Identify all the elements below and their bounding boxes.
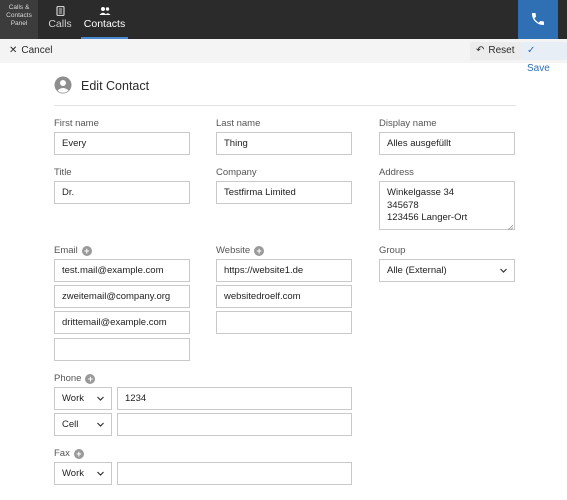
last-name-label: Last name	[216, 118, 261, 129]
app-brand: Calls & Contacts Panel	[0, 0, 38, 39]
fax-label-text: Fax	[54, 448, 70, 459]
top-bar: Calls & Contacts Panel Calls Contacts	[0, 0, 567, 39]
website-field-1[interactable]: https://website1.de	[216, 259, 352, 282]
first-name-field[interactable]: Every	[54, 132, 190, 155]
phone-number-field-2[interactable]	[117, 413, 352, 436]
tab-calls[interactable]: Calls	[44, 0, 76, 39]
fax-number-field-1[interactable]	[117, 462, 352, 485]
cancel-button[interactable]: ✕ Cancel	[3, 42, 59, 60]
add-email-icon[interactable]: +	[81, 246, 92, 256]
group-select[interactable]: Alle (External)	[379, 259, 515, 282]
save-label: Save	[527, 63, 550, 74]
phone-type-2: Cell	[62, 419, 79, 430]
add-website-icon[interactable]: +	[254, 246, 265, 256]
check-icon: ✓	[527, 45, 536, 56]
fax-type-1: Work	[62, 468, 84, 479]
reset-label: Reset	[488, 45, 515, 56]
website-field-2[interactable]: websitedroelf.com	[216, 285, 352, 308]
action-bar: ✕ Cancel ↶ Reset ✓ Save	[0, 39, 567, 74]
group-select-value: Alle (External)	[387, 265, 447, 276]
chevron-down-icon	[500, 268, 507, 273]
tab-contacts-label: Contacts	[83, 18, 126, 30]
title-label: Title	[54, 167, 72, 178]
display-name-field[interactable]: Alles ausgefüllt	[379, 132, 515, 155]
phone-label-text: Phone	[54, 373, 82, 384]
cancel-label: Cancel	[21, 45, 53, 56]
phone-list-icon	[44, 0, 76, 17]
last-name-field[interactable]: Thing	[216, 132, 352, 155]
phone-label: Phone +	[54, 373, 96, 384]
email-field-1[interactable]: test.mail@example.com	[54, 259, 190, 282]
display-name-label: Display name	[379, 118, 437, 129]
address-line-3: 123456 Langer-Ort	[387, 212, 468, 223]
people-icon	[81, 0, 128, 16]
chevron-down-icon	[97, 471, 104, 476]
undo-icon: ↶	[476, 45, 485, 56]
phone-type-select-2[interactable]: Cell	[54, 413, 112, 436]
resize-handle-icon[interactable]	[507, 222, 514, 231]
phone-type-1: Work	[62, 393, 84, 404]
add-phone-icon[interactable]: +	[85, 374, 96, 384]
email-label-text: Email	[54, 245, 78, 256]
phone-icon	[532, 13, 544, 25]
email-field-2[interactable]: zweitemail@company.org	[54, 285, 190, 308]
add-fax-icon[interactable]: +	[73, 449, 84, 459]
title-field[interactable]: Dr.	[54, 181, 190, 204]
company-field[interactable]: Testfirma Limited	[216, 181, 352, 204]
address-textarea[interactable]: Winkelgasse 34 345678 123456 Langer-Ort	[379, 181, 515, 231]
page-title: Edit Contact	[81, 79, 150, 93]
reset-button[interactable]: ↶ Reset	[470, 42, 521, 60]
phone-type-select-1[interactable]: Work	[54, 387, 112, 410]
address-label: Address	[379, 167, 414, 178]
first-name-label: First name	[54, 118, 99, 129]
tab-contacts[interactable]: Contacts	[81, 0, 128, 39]
fax-type-select-1[interactable]: Work	[54, 462, 112, 485]
close-icon: ✕	[9, 45, 18, 56]
fax-label: Fax +	[54, 448, 84, 459]
phone-call-button[interactable]	[518, 0, 558, 39]
heading-divider	[54, 105, 516, 106]
group-label: Group	[379, 245, 406, 256]
company-label: Company	[216, 167, 257, 178]
tab-calls-label: Calls	[48, 18, 72, 30]
email-field-3[interactable]: drittemail@example.com	[54, 311, 190, 334]
website-label: Website +	[216, 245, 265, 256]
email-label: Email +	[54, 245, 92, 256]
address-line-2: 345678	[387, 199, 419, 211]
person-circle-icon	[54, 76, 72, 94]
address-line-1: Winkelgasse 34	[387, 187, 455, 198]
brand-line-1: Calls &	[8, 4, 30, 11]
website-field-3[interactable]	[216, 311, 352, 334]
brand-line-2: Contacts	[6, 12, 32, 19]
chevron-down-icon	[97, 422, 104, 427]
website-label-text: Website	[216, 245, 251, 256]
email-field-4[interactable]	[54, 338, 190, 361]
save-button[interactable]: ✓ Save	[521, 42, 567, 74]
brand-line-3: Panel	[10, 20, 28, 27]
phone-number-field-1[interactable]: 1234	[117, 387, 352, 410]
chevron-down-icon	[97, 396, 104, 401]
